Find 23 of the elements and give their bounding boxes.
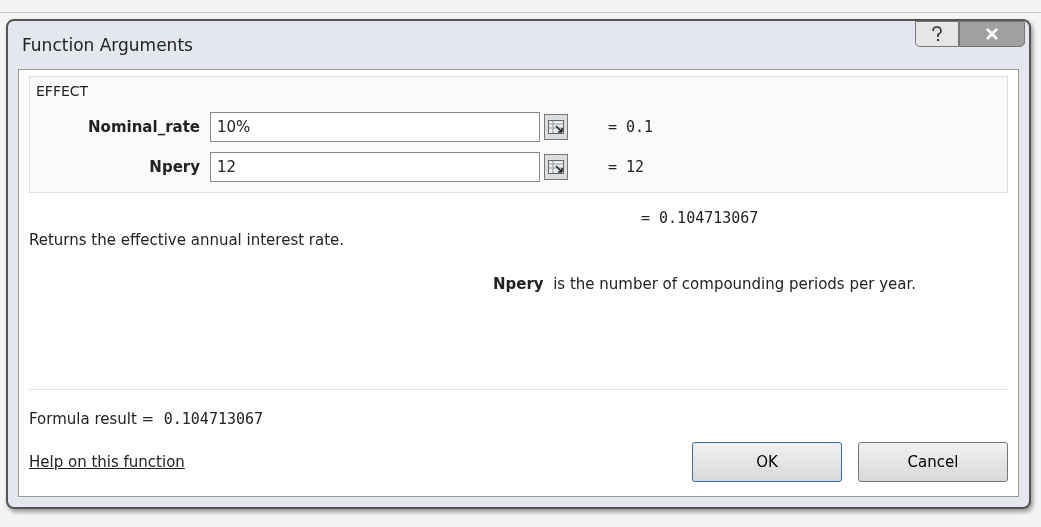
collapse-dialog-button[interactable] [544, 114, 568, 140]
help-button[interactable] [915, 21, 959, 47]
argument-description: Npery is the number of compounding periods per year. [492, 275, 917, 293]
dialog-button[interactable]: OK [692, 442, 842, 482]
close-button[interactable] [959, 21, 1025, 47]
function-name: EFFECT [36, 83, 89, 99]
dialog-button[interactable]: Cancel [858, 442, 1008, 482]
formula-result: Formula result = 0.104713067 [29, 410, 265, 428]
argument-label: Nominal_rate [87, 118, 200, 136]
argument-field[interactable]: 12 [210, 152, 540, 182]
argument-label: Npery [148, 158, 200, 176]
overall-result: = 0.104713067 [641, 209, 759, 227]
range-select-icon [548, 160, 564, 174]
argument-result: = 0.1 [608, 118, 654, 136]
help-icon [931, 26, 943, 42]
close-icon [985, 28, 999, 40]
help-link[interactable]: Help on this function [29, 453, 185, 471]
collapse-dialog-button[interactable] [544, 154, 568, 180]
window-title: Function Arguments [22, 35, 193, 55]
argument-field[interactable]: 10% [210, 112, 540, 142]
argument-result: = 12 [608, 158, 645, 176]
function-description: Returns the effective annual interest rate. [29, 231, 346, 249]
range-select-icon [548, 120, 564, 134]
